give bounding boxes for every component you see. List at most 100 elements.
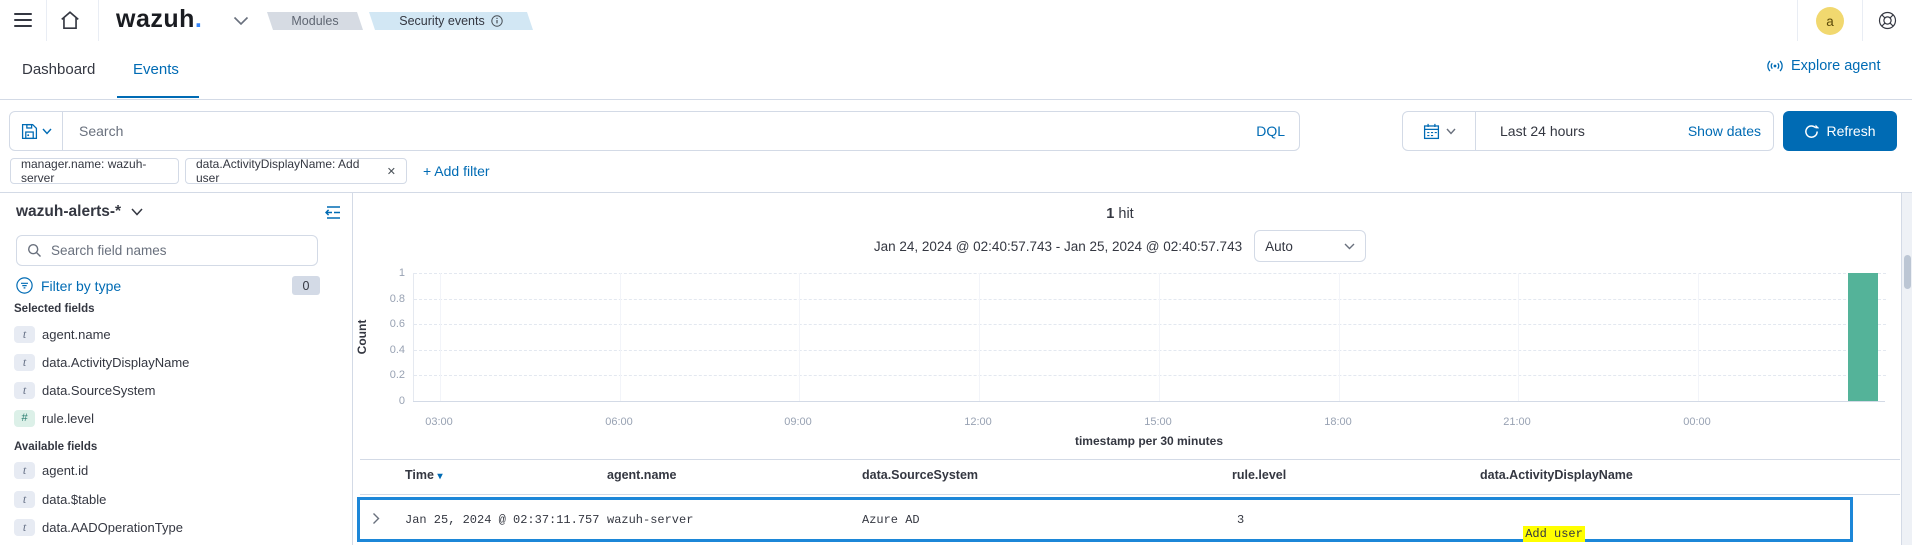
histogram-header: Jan 24, 2024 @ 02:40:57.743 - Jan 25, 20… xyxy=(360,230,1880,262)
cell-source-system: Azure AD xyxy=(862,513,920,527)
broadcast-icon xyxy=(1766,58,1784,74)
wazuh-security-events-page: wazuh. Modules Security events a D xyxy=(0,0,1912,545)
field-type-string-badge: t xyxy=(14,382,35,399)
x-tick-label: 21:00 xyxy=(1492,416,1542,428)
chevron-down-icon xyxy=(1344,243,1355,250)
avatar-initial: a xyxy=(1826,14,1834,29)
y-tick-label: 1 xyxy=(365,267,405,279)
field-item-rule-level[interactable]: # rule.level xyxy=(14,408,94,428)
field-type-string-badge: t xyxy=(14,491,35,508)
chevron-down-icon xyxy=(42,128,52,135)
field-item-agent-name[interactable]: t agent.name xyxy=(14,324,111,344)
collapse-sidebar-icon[interactable] xyxy=(325,205,342,220)
field-type-string-badge: t xyxy=(14,326,35,343)
wazuh-logo[interactable]: wazuh. xyxy=(116,5,202,34)
explore-agent-button[interactable]: Explore agent xyxy=(1766,58,1880,74)
breadcrumb-security-events-label: Security events xyxy=(399,14,484,28)
logo-chevron-down-icon[interactable] xyxy=(233,16,249,26)
field-search-placeholder: Search field names xyxy=(51,243,167,258)
calendar-icon xyxy=(1423,123,1440,140)
index-pattern-selector[interactable]: wazuh-alerts-* xyxy=(16,203,143,221)
x-tick-label: 12:00 xyxy=(953,416,1003,428)
table-row[interactable]: Jan 25, 2024 @ 02:37:11.757 wazuh-server… xyxy=(357,497,1853,542)
y-tick-label: 0.6 xyxy=(365,318,405,330)
add-filter-button[interactable]: + Add filter xyxy=(423,163,490,179)
chart-bars xyxy=(414,273,1886,401)
field-type-string-badge: t xyxy=(14,354,35,371)
field-type-string-badge: t xyxy=(14,462,35,479)
filter-count-value: 0 xyxy=(303,279,310,293)
y-tick-label: 0 xyxy=(365,395,405,407)
column-header-label: data.SourceSystem xyxy=(862,468,978,482)
field-search-input[interactable]: Search field names xyxy=(16,235,318,266)
filter-count-badge: 0 xyxy=(292,276,320,295)
filter-funnel-icon xyxy=(16,277,33,294)
tab-events[interactable]: Events xyxy=(133,61,179,78)
x-tick-label: 06:00 xyxy=(594,416,644,428)
search-input[interactable]: Search DQL xyxy=(9,111,1300,151)
field-item-activity-display-name[interactable]: t data.ActivityDisplayName xyxy=(14,352,189,372)
scrollbar-thumb[interactable] xyxy=(1904,255,1911,289)
column-header-label: agent.name xyxy=(607,468,676,482)
avatar[interactable]: a xyxy=(1816,7,1844,35)
home-icon[interactable] xyxy=(59,10,81,31)
logo-dot: . xyxy=(195,5,202,33)
info-icon[interactable] xyxy=(491,15,503,27)
y-tick-label: 0.2 xyxy=(365,369,405,381)
scrollbar-track[interactable] xyxy=(1901,193,1912,545)
cell-activity-display-name: Add user xyxy=(1480,513,1585,545)
search-icon xyxy=(27,243,42,258)
histogram-date-range: Jan 24, 2024 @ 02:40:57.743 - Jan 25, 20… xyxy=(874,239,1242,254)
x-tick-label: 00:00 xyxy=(1672,416,1722,428)
filter-pill-activity-display-name[interactable]: data.ActivityDisplayName: Add user ✕ xyxy=(185,158,407,184)
chevron-down-icon xyxy=(1446,128,1456,135)
dql-toggle[interactable]: DQL xyxy=(1256,123,1285,139)
cell-rule-level: 3 xyxy=(1237,513,1244,527)
tab-dashboard-label: Dashboard xyxy=(22,61,95,78)
explore-agent-label: Explore agent xyxy=(1791,58,1880,74)
column-header-rule-level[interactable]: rule.level xyxy=(1232,468,1286,482)
chart-baseline xyxy=(413,401,1885,402)
hits-count: 1 hit xyxy=(360,206,1880,222)
histogram-bar[interactable] xyxy=(1848,273,1878,401)
field-type-string-badge: t xyxy=(14,519,35,536)
field-item-data-table[interactable]: t data.$table xyxy=(14,489,106,509)
y-tick-label: 0.8 xyxy=(365,293,405,305)
column-header-time[interactable]: Time ▾ xyxy=(405,468,442,482)
saved-query-menu-button[interactable] xyxy=(10,112,63,150)
hits-count-label: hit xyxy=(1118,206,1133,222)
filter-pill-manager-name[interactable]: manager.name: wazuh-server xyxy=(10,158,179,184)
hits-count-value: 1 xyxy=(1106,206,1114,222)
column-header-source-system[interactable]: data.SourceSystem xyxy=(862,468,978,482)
filter-by-type-button[interactable]: Filter by type xyxy=(16,277,121,294)
time-range-value[interactable]: Last 24 hours xyxy=(1500,123,1585,139)
chevron-down-icon xyxy=(131,208,143,216)
field-item-agent-id[interactable]: t agent.id xyxy=(14,460,88,480)
refresh-button[interactable]: Refresh xyxy=(1783,111,1897,151)
add-filter-label: + Add filter xyxy=(423,163,490,179)
menu-icon[interactable] xyxy=(14,13,32,28)
breadcrumb-modules-label: Modules xyxy=(291,14,338,28)
field-item-aad-operation-type[interactable]: t data.AADOperationType xyxy=(14,517,183,537)
save-query-icon xyxy=(21,123,38,140)
x-tick-label: 18:00 xyxy=(1313,416,1363,428)
cell-time: Jan 25, 2024 @ 02:37:11.757 xyxy=(405,513,599,527)
column-header-label: rule.level xyxy=(1232,468,1286,482)
cell-agent-name: wazuh-server xyxy=(607,513,693,527)
expand-row-icon[interactable] xyxy=(372,512,380,525)
remove-filter-icon[interactable]: ✕ xyxy=(387,165,396,178)
x-tick-label: 15:00 xyxy=(1133,416,1183,428)
tab-dashboard[interactable]: Dashboard xyxy=(22,61,95,78)
field-item-source-system[interactable]: t data.SourceSystem xyxy=(14,380,155,400)
show-dates-button[interactable]: Show dates xyxy=(1688,123,1761,139)
interval-select[interactable]: Auto xyxy=(1254,230,1366,262)
date-picker: Last 24 hours Show dates xyxy=(1402,111,1774,151)
help-icon[interactable] xyxy=(1878,11,1897,30)
breadcrumb-security-events[interactable]: Security events xyxy=(369,12,533,30)
column-header-agent-name[interactable]: agent.name xyxy=(607,468,676,482)
search-placeholder: Search xyxy=(79,123,123,139)
date-picker-quick-menu[interactable] xyxy=(1403,112,1476,150)
column-header-activity-display-name[interactable]: data.ActivityDisplayName xyxy=(1480,468,1633,482)
tabs-bar: Dashboard Events Explore agent xyxy=(0,41,1912,100)
breadcrumb-modules[interactable]: Modules xyxy=(267,12,363,30)
